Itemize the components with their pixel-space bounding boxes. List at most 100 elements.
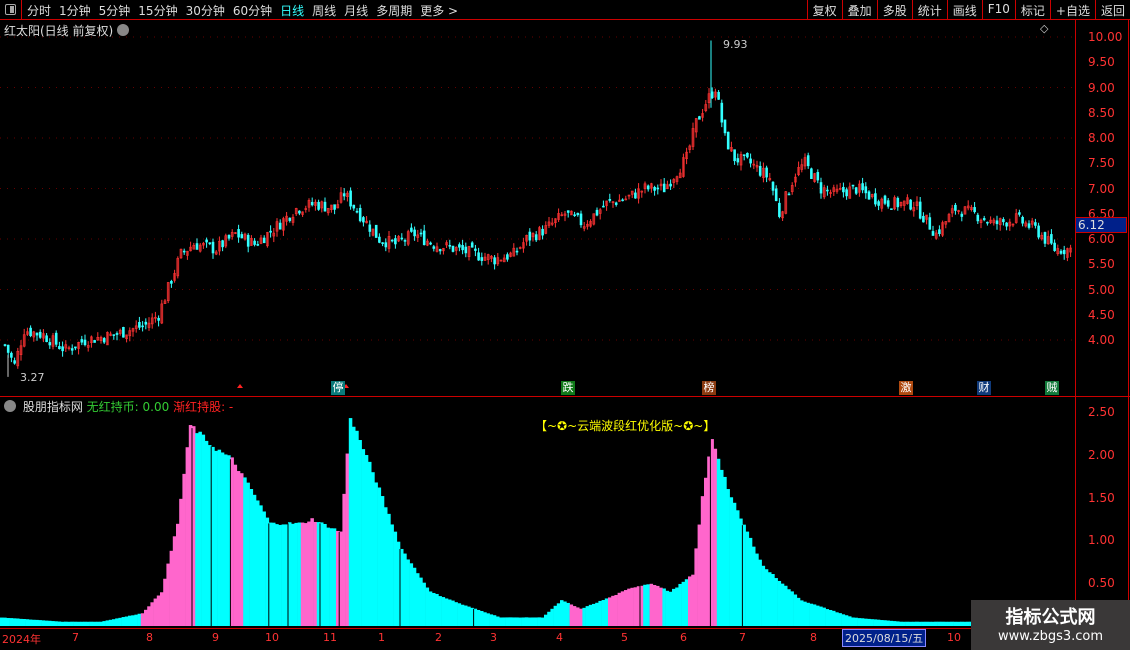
- histogram-bar: [278, 524, 282, 626]
- histogram-bar: [268, 522, 273, 626]
- histogram-bar: [28, 619, 33, 626]
- candle: [694, 118, 698, 138]
- candle: [675, 175, 679, 185]
- candle: [67, 345, 71, 351]
- candle: [704, 100, 708, 113]
- histogram-bar: [6, 617, 10, 626]
- histogram-bar: [211, 446, 215, 626]
- candle: [822, 184, 826, 200]
- candle: [179, 248, 183, 259]
- candle: [861, 177, 864, 194]
- histogram-bar: [844, 615, 849, 626]
- candle: [1014, 208, 1018, 224]
- tool-button[interactable]: 返回: [1094, 0, 1130, 20]
- candle: [221, 239, 224, 252]
- histogram-bar: [384, 507, 388, 626]
- histogram-bar: [579, 608, 583, 626]
- histogram-bar: [134, 614, 138, 626]
- candle: [669, 179, 672, 190]
- histogram-bar: [822, 607, 826, 626]
- histogram-bar: [803, 601, 807, 626]
- candle: [810, 167, 813, 180]
- candle: [736, 153, 740, 166]
- candle: [429, 241, 432, 246]
- candle: [624, 195, 628, 201]
- histogram-bar: [848, 616, 852, 626]
- candle: [224, 233, 228, 249]
- candle: [333, 204, 336, 215]
- histogram-bar: [64, 621, 68, 626]
- signal-marker[interactable]: 激: [899, 381, 913, 395]
- histogram-bar: [518, 617, 522, 626]
- candle: [128, 327, 132, 342]
- histogram-bar: [256, 500, 260, 626]
- histogram-bar: [403, 553, 407, 626]
- candle: [192, 242, 196, 250]
- candle: [496, 253, 500, 267]
- histogram-bar: [249, 488, 254, 626]
- histogram-bar: [624, 590, 628, 626]
- price-tick: 8.00: [1088, 131, 1115, 145]
- histogram-bar: [662, 588, 666, 626]
- histogram-bar: [304, 523, 308, 626]
- histogram-bar: [892, 621, 897, 626]
- x-tick: 10: [947, 631, 961, 644]
- histogram-bar: [348, 418, 353, 626]
- candle: [266, 231, 269, 248]
- signal-marker[interactable]: 榜: [702, 381, 716, 395]
- signal-marker[interactable]: 跌: [561, 381, 575, 395]
- candle: [896, 196, 900, 211]
- signal-marker[interactable]: 贼: [1045, 381, 1059, 395]
- histogram-bar: [547, 611, 551, 626]
- candle: [906, 194, 909, 205]
- histogram-bar: [204, 440, 209, 626]
- x-tick: 11: [323, 631, 337, 644]
- panel-divider[interactable]: [0, 396, 1130, 397]
- candle: [528, 228, 532, 247]
- histogram-bar: [368, 461, 372, 626]
- histogram-bar: [294, 522, 298, 626]
- candle: [307, 198, 311, 212]
- candle: [506, 252, 509, 262]
- chevron-down-icon[interactable]: [4, 400, 16, 412]
- candle: [646, 184, 650, 192]
- axis-border: [1128, 20, 1129, 630]
- candle: [438, 248, 442, 255]
- candle: [950, 204, 954, 218]
- candle: [186, 250, 189, 260]
- x-tick: 3: [490, 631, 497, 644]
- histogram-bar: [83, 621, 87, 626]
- candle: [957, 209, 960, 215]
- candle: [371, 228, 375, 237]
- histogram-bar: [723, 476, 727, 626]
- candle: [922, 212, 925, 223]
- candle: [659, 179, 663, 191]
- histogram-bar: [291, 523, 295, 626]
- candle: [275, 218, 279, 237]
- candle: [550, 217, 554, 227]
- histogram-bar: [806, 602, 810, 626]
- histogram-bar: [736, 510, 740, 626]
- histogram-bar: [659, 587, 663, 626]
- histogram-bar: [182, 473, 186, 626]
- histogram-bar: [444, 598, 449, 626]
- indicator-tick: 1.00: [1088, 533, 1115, 548]
- signal-marker[interactable]: 停: [331, 381, 345, 395]
- candle: [346, 190, 349, 202]
- histogram-bar: [947, 621, 951, 626]
- candle: [1050, 229, 1053, 245]
- signal-marker[interactable]: 财: [977, 381, 991, 395]
- histogram-bar: [169, 550, 174, 626]
- histogram-bar: [246, 482, 250, 626]
- histogram-bar: [454, 602, 458, 626]
- candle: [259, 234, 263, 245]
- histogram-bar: [425, 587, 430, 626]
- candle: [77, 341, 80, 355]
- candle: [867, 190, 871, 200]
- candle: [717, 90, 720, 100]
- candle: [746, 152, 749, 159]
- candle: [890, 208, 893, 210]
- histogram-bar: [281, 524, 286, 626]
- histogram-bar: [233, 464, 238, 626]
- histogram-bar: [297, 522, 302, 626]
